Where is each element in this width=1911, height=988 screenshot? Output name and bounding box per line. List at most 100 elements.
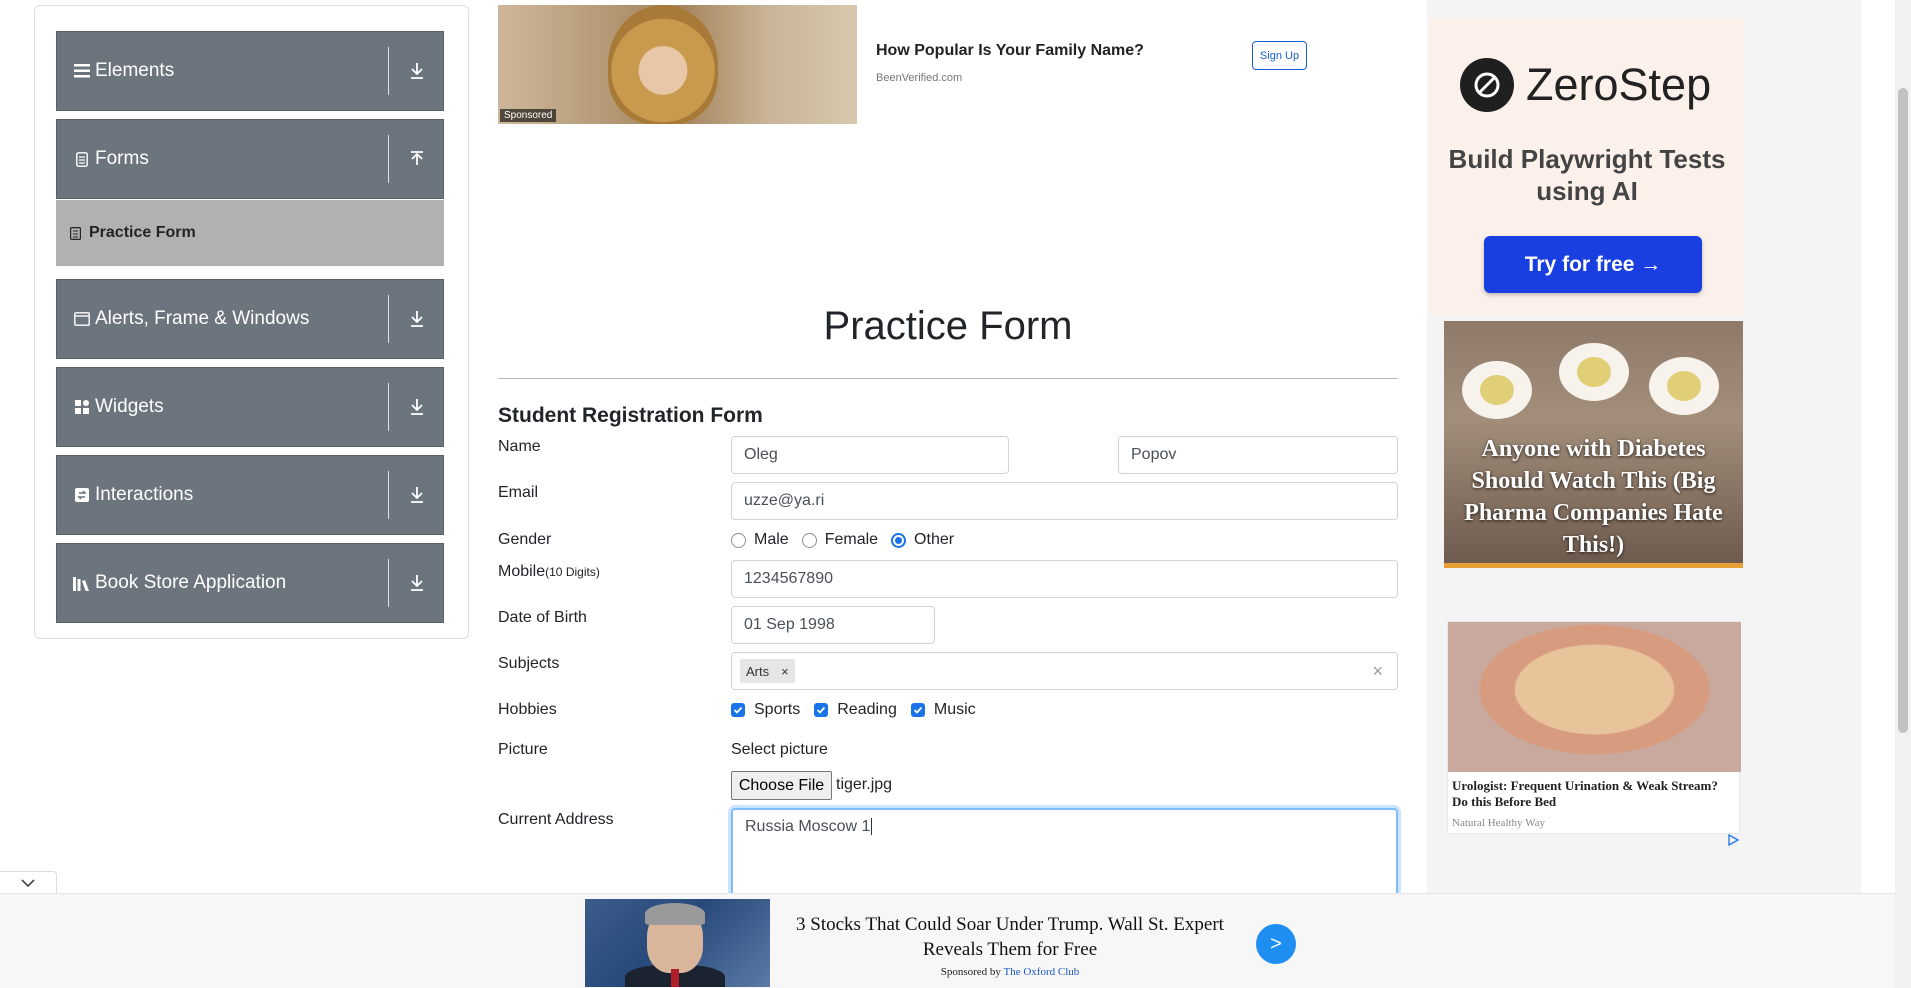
sidebar-group-book-store[interactable]: Book Store Application bbox=[56, 543, 444, 623]
remove-subject-icon[interactable]: × bbox=[775, 664, 795, 679]
mobile-label-text: Mobile bbox=[498, 563, 546, 580]
text-cursor bbox=[871, 818, 873, 835]
page-title: Practice Form bbox=[823, 304, 1073, 348]
dob-label: Date of Birth bbox=[498, 609, 587, 626]
ad-go-button[interactable]: > bbox=[1256, 924, 1296, 964]
radio-label: Male bbox=[754, 531, 789, 548]
form-icon bbox=[70, 226, 83, 240]
gender-label: Gender bbox=[498, 531, 552, 548]
checkbox-label: Reading bbox=[837, 701, 897, 718]
select-picture-label: Select picture bbox=[731, 741, 828, 758]
zerostep-ad[interactable]: ZeroStep Build Playwright Tests using AI… bbox=[1430, 18, 1744, 315]
urologist-ad-title: Urologist: Frequent Urination & Weak Str… bbox=[1452, 778, 1718, 809]
download-arrow-icon[interactable] bbox=[407, 397, 427, 417]
sidebar-group-widgets[interactable]: Widgets bbox=[56, 367, 444, 447]
urologist-ad[interactable]: Urologist: Frequent Urination & Weak Str… bbox=[1447, 621, 1741, 834]
radio-button[interactable] bbox=[731, 532, 746, 548]
download-arrow-icon[interactable] bbox=[407, 61, 427, 81]
ad-image[interactable] bbox=[585, 899, 770, 987]
ad-portrait bbox=[608, 5, 718, 124]
checkbox-label: Music bbox=[933, 701, 976, 718]
subjects-input[interactable]: Arts × × bbox=[731, 652, 1398, 690]
bottom-ad-sponsor: Sponsored by The Oxford Club bbox=[780, 966, 1240, 978]
adchoices-icon[interactable] bbox=[1726, 833, 1740, 847]
mobile-input[interactable]: 1234567890 bbox=[731, 560, 1398, 598]
sidebar-group-alerts[interactable]: Alerts, Frame & Windows bbox=[56, 279, 444, 359]
sidebar-group-label: Forms bbox=[95, 148, 149, 169]
chevron-down-icon bbox=[21, 879, 35, 888]
interactions-icon bbox=[73, 486, 91, 504]
ad-title[interactable]: How Popular Is Your Family Name? bbox=[876, 42, 1144, 60]
current-address-label: Current Address bbox=[498, 811, 614, 828]
date-of-birth-input[interactable]: 01 Sep 1998 bbox=[731, 606, 935, 644]
sidebar-group-label: Book Store Application bbox=[95, 572, 287, 593]
selected-file-name: tiger.jpg bbox=[836, 776, 893, 793]
sidebar-item-practice-form[interactable]: Practice Form bbox=[56, 200, 444, 266]
subject-chip-label: Arts bbox=[746, 663, 770, 679]
radio-button-selected[interactable] bbox=[891, 532, 907, 548]
gender-radio-other[interactable]: Other bbox=[891, 531, 954, 549]
download-arrow-icon[interactable] bbox=[407, 485, 427, 505]
email-label: Email bbox=[498, 484, 539, 501]
hobbies-label: Hobbies bbox=[498, 701, 557, 718]
divider bbox=[498, 378, 1398, 379]
upload-arrow-icon[interactable] bbox=[407, 149, 427, 169]
clear-subjects-icon[interactable]: × bbox=[1372, 661, 1383, 682]
gender-radio-female[interactable]: Female bbox=[801, 531, 879, 549]
hobby-sports-checkbox[interactable]: Sports bbox=[731, 701, 800, 719]
sponsor-link[interactable]: The Oxford Club bbox=[1004, 966, 1080, 978]
divider bbox=[388, 471, 389, 519]
divider bbox=[388, 135, 389, 183]
sidebar-group-interactions[interactable]: Interactions bbox=[56, 455, 444, 535]
sidebar-item-label: Practice Form bbox=[89, 224, 196, 241]
sponsored-label: Sponsored bbox=[500, 109, 557, 122]
sidebar-group-elements[interactable]: Elements bbox=[56, 31, 444, 111]
radio-button[interactable] bbox=[801, 532, 817, 548]
scrollbar-thumb[interactable] bbox=[1898, 88, 1908, 733]
name-label: Name bbox=[498, 438, 541, 455]
gender-radio-group: Male Female Other bbox=[731, 531, 967, 549]
sidebar-group-label: Widgets bbox=[95, 396, 164, 417]
email-input[interactable]: uzze@ya.ri bbox=[731, 482, 1398, 520]
ad-image[interactable]: Sponsored bbox=[498, 5, 857, 124]
diabetes-ad[interactable]: Anyone with Diabetes Should Watch This (… bbox=[1444, 321, 1743, 568]
form-heading: Student Registration Form bbox=[498, 404, 763, 427]
sidebar-group-forms[interactable]: Forms bbox=[56, 119, 444, 199]
checkbox-checked[interactable] bbox=[910, 703, 925, 717]
collapse-ad-toggle[interactable] bbox=[0, 871, 57, 895]
checkbox-checked[interactable] bbox=[814, 703, 829, 717]
bottom-ad-title[interactable]: 3 Stocks That Could Soar Under Trump. Wa… bbox=[780, 912, 1240, 962]
radio-label: Female bbox=[824, 531, 879, 548]
mobile-hint: (10 Digits) bbox=[545, 565, 600, 579]
bottom-ad-bar: 3 Stocks That Could Soar Under Trump. Wa… bbox=[0, 893, 1895, 988]
download-arrow-icon[interactable] bbox=[407, 573, 427, 593]
choose-file-button[interactable]: Choose File bbox=[731, 771, 832, 800]
checkbox-checked[interactable] bbox=[731, 703, 745, 717]
first-name-input[interactable]: Oleg bbox=[731, 436, 1009, 474]
hobby-reading-checkbox[interactable]: Reading bbox=[814, 701, 897, 719]
picture-label: Picture bbox=[498, 741, 548, 758]
hobby-music-checkbox[interactable]: Music bbox=[910, 701, 976, 719]
last-name-input[interactable]: Popov bbox=[1118, 436, 1398, 474]
address-text: Russia Moscow 1 bbox=[745, 818, 871, 835]
sidebar-group-label: Elements bbox=[95, 60, 175, 81]
download-arrow-icon[interactable] bbox=[407, 309, 427, 329]
radio-label: Other bbox=[914, 531, 955, 548]
divider bbox=[388, 383, 389, 431]
ad-signup-button[interactable]: Sign Up bbox=[1252, 41, 1307, 70]
zerostep-logo: ZeroStep bbox=[1460, 58, 1711, 112]
diabetes-ad-text: Anyone with Diabetes Should Watch This (… bbox=[1464, 436, 1723, 558]
zerostep-name: ZeroStep bbox=[1526, 59, 1712, 110]
widgets-grid-icon bbox=[73, 398, 91, 416]
try-for-free-button[interactable]: Try for free → bbox=[1484, 236, 1702, 293]
sponsored-prefix: Sponsored by bbox=[940, 966, 1001, 978]
sidebar-group-label: Alerts, Frame & Windows bbox=[95, 308, 310, 329]
subjects-label: Subjects bbox=[498, 655, 560, 672]
gender-radio-male[interactable]: Male bbox=[731, 531, 789, 549]
left-panel: Elements Forms Practice Form Alerts, Fra… bbox=[34, 5, 469, 639]
checkbox-label: Sports bbox=[754, 701, 801, 718]
divider bbox=[388, 559, 389, 607]
window-icon bbox=[73, 310, 91, 328]
divider bbox=[388, 295, 389, 343]
document-icon bbox=[73, 150, 91, 168]
